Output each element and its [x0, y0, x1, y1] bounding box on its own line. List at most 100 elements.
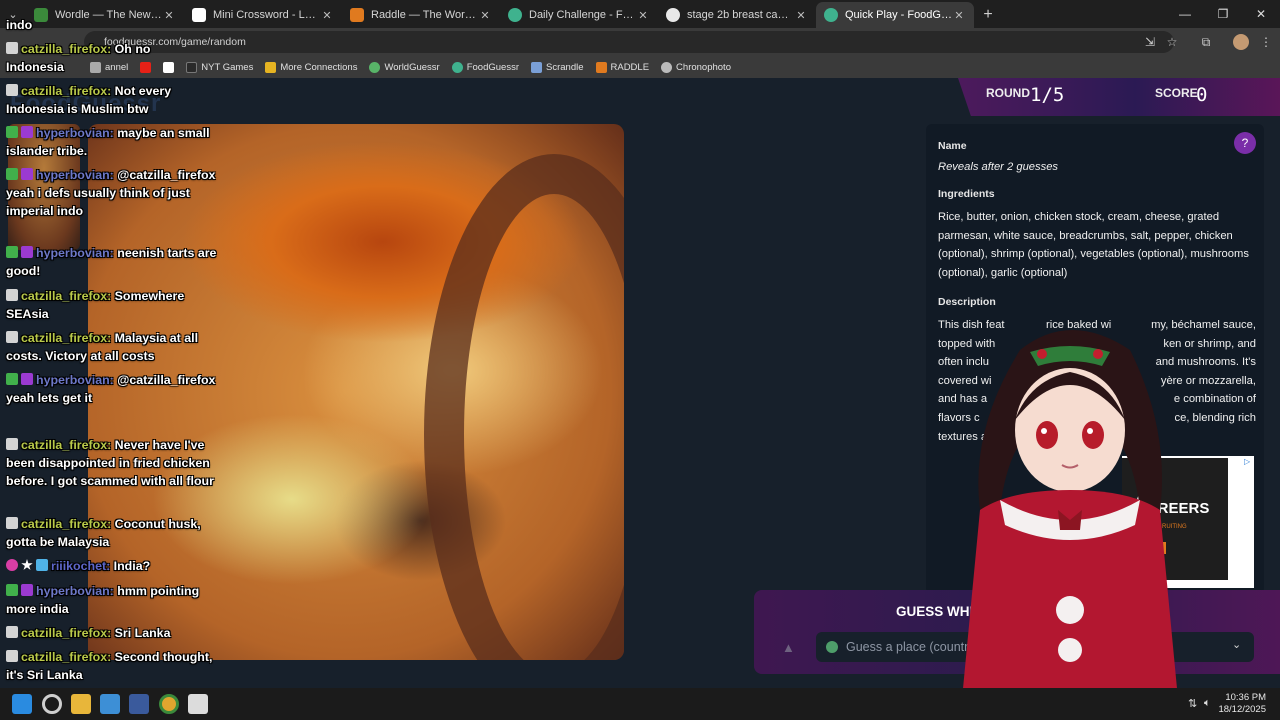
tab-close-icon[interactable]: ✕: [636, 9, 650, 22]
chat-username: catzilla_firefox:: [21, 517, 112, 531]
tab-close-icon[interactable]: ✕: [794, 9, 808, 22]
vtuber-avatar: [960, 330, 1180, 720]
windows-taskbar: ⇅ 🔈︎ 10:36 PM 18/12/2025: [0, 688, 1280, 720]
chat-username: hyperbovian:: [36, 168, 114, 182]
score-value: 0: [1196, 84, 1208, 106]
tab-label: Raddle — The Word Transform: [371, 9, 478, 21]
obs-icon[interactable]: [42, 694, 62, 714]
sub-badge-icon: [21, 246, 33, 258]
screen: ⌄ Wordle — The New York Times ✕ Mini Cro…: [0, 0, 1280, 720]
vip-badge-icon: [6, 246, 18, 258]
chat-username: catzilla_firefox:: [21, 42, 112, 56]
ingredients-text: Rice, butter, onion, chicken stock, crea…: [938, 211, 1249, 279]
chat-username: catzilla_firefox:: [21, 650, 112, 664]
vip-badge-icon: [6, 126, 18, 138]
bookmark-star-icon[interactable]: ☆: [1164, 34, 1180, 50]
name-heading: Name: [938, 140, 967, 152]
bookmark-raddle[interactable]: RADDLE: [595, 61, 649, 73]
profile-avatar[interactable]: [1233, 34, 1249, 50]
chat-message: catzilla_firefox: Second thought, it's S…: [6, 648, 226, 684]
star-badge-icon: [21, 559, 33, 570]
windows-start-icon[interactable]: [12, 694, 32, 714]
mod-badge-icon: [6, 84, 18, 96]
network-icon[interactable]: ⇅: [1188, 697, 1197, 710]
bookmark-worldguessr[interactable]: WorldGuessr: [369, 61, 440, 73]
menu-kebab-icon[interactable]: ⋮: [1258, 34, 1274, 50]
mod-badge-icon: [6, 650, 18, 662]
mod-badge-icon: [6, 331, 18, 343]
bookmark-more-connections[interactable]: More Connections: [265, 61, 358, 73]
restore-button[interactable]: ❐: [1204, 0, 1242, 28]
tab-close-icon[interactable]: ✕: [478, 9, 492, 22]
name-value: Reveals after 2 guesses: [938, 161, 1059, 173]
minimize-button[interactable]: —: [1166, 0, 1204, 28]
chat-message: hyperbovian: hmm pointing more india: [6, 582, 226, 618]
clock-date: 18/12/2025: [1218, 704, 1266, 715]
chat-message: catzilla_firefox: Not every Indonesia is…: [6, 82, 226, 118]
app-icon[interactable]: [188, 694, 208, 714]
close-window-button[interactable]: ✕: [1242, 0, 1280, 28]
vip-badge-icon: [6, 584, 18, 596]
tab-label: stage 2b breast cancer - Googl: [687, 9, 794, 21]
camera-icon: [661, 61, 673, 73]
chat-message: indo: [6, 16, 226, 34]
chat-text: India?: [113, 559, 151, 573]
tab-daily-challenge[interactable]: Daily Challenge - FoodGuessr | ✕: [500, 2, 658, 28]
chat-text: indo: [6, 18, 33, 32]
chat-message: hyperbovian: neenish tarts are good!: [6, 244, 226, 280]
heart-badge-icon: [6, 559, 18, 571]
chat-text: Oh no: [114, 42, 151, 56]
adchoices-icon[interactable]: ▷: [1244, 457, 1252, 466]
bookmark-label: More Connections: [280, 61, 358, 73]
bookmark-label: Chronophoto: [676, 61, 731, 73]
mod-badge-icon: [6, 626, 18, 638]
stream-chat-overlay: indo catzilla_firefox: Oh no Indonesia c…: [0, 0, 260, 690]
vseeface-icon[interactable]: [129, 694, 149, 714]
dish-rim: [424, 154, 624, 660]
tab-close-icon[interactable]: ✕: [952, 9, 966, 22]
chat-message: catzilla_firefox: Somewhere SEAsia: [6, 287, 226, 323]
volume-icon[interactable]: 🔈︎: [1204, 697, 1211, 710]
sub-badge-icon: [21, 584, 33, 596]
chat-username: catzilla_firefox:: [21, 438, 112, 452]
tab-google-search[interactable]: stage 2b breast cancer - Googl ✕: [658, 2, 816, 28]
foodguessr-favicon-icon: [824, 8, 838, 22]
tab-quick-play[interactable]: Quick Play - FoodGuessr | Food ✕: [816, 2, 974, 28]
file-explorer-icon[interactable]: [71, 694, 91, 714]
bookmark-scrandle[interactable]: Scrandle: [531, 61, 584, 73]
tab-raddle[interactable]: Raddle — The Word Transform ✕: [342, 2, 500, 28]
bookmark-chronophoto[interactable]: Chronophoto: [661, 61, 731, 73]
chat-message: catzilla_firefox: Malaysia at all costs.…: [6, 329, 226, 365]
chrome-icon[interactable]: [159, 694, 179, 714]
tab-label: Quick Play - FoodGuessr | Food: [845, 9, 952, 21]
sub-badge-icon: [21, 168, 33, 180]
chat-text: Sri Lanka: [114, 626, 171, 640]
chat-message: hyperbovian: @catzilla_firefox yeah i de…: [6, 166, 226, 220]
system-clock[interactable]: 10:36 PM 18/12/2025: [1218, 692, 1266, 716]
new-tab-button[interactable]: +: [974, 2, 1002, 28]
mod-badge-icon: [6, 289, 18, 301]
chat-message: Indonesia: [6, 58, 226, 76]
clock-time: 10:36 PM: [1225, 692, 1266, 703]
extensions-icon[interactable]: ⧉: [1198, 34, 1214, 50]
tab-close-icon[interactable]: ✕: [320, 9, 334, 22]
chat-text: Indonesia: [6, 60, 64, 74]
chat-username: riiikochet:: [51, 559, 111, 573]
install-app-icon[interactable]: ⇲: [1142, 34, 1158, 50]
tab-label: Daily Challenge - FoodGuessr |: [529, 9, 636, 21]
chat-username: catzilla_firefox:: [21, 331, 112, 345]
chat-username: hyperbovian:: [36, 126, 114, 140]
chat-message: catzilla_firefox: Oh no: [6, 40, 226, 58]
foodguessr-icon: [451, 61, 463, 73]
sub-badge-icon: [21, 126, 33, 138]
chat-username: catzilla_firefox:: [21, 84, 112, 98]
photos-icon[interactable]: [100, 694, 120, 714]
chat-username: hyperbovian:: [36, 584, 114, 598]
bookmark-foodguessr[interactable]: FoodGuessr: [451, 61, 519, 73]
chevron-down-icon[interactable]: ⌄: [1232, 638, 1241, 651]
chat-message: catzilla_firefox: Sri Lanka: [6, 624, 226, 642]
raddle-favicon-icon: [350, 8, 364, 22]
help-icon[interactable]: ?: [1234, 132, 1256, 154]
pin-icon: ▲: [782, 640, 795, 655]
mod-badge-icon: [6, 42, 18, 54]
